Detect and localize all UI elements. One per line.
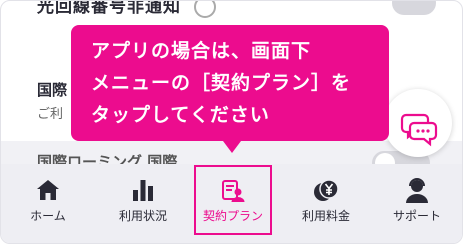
chat-icon	[400, 113, 438, 147]
tooltip-line-3: タップしてください	[91, 104, 270, 126]
toggle-switch-top[interactable]	[392, 1, 436, 15]
home-icon	[37, 180, 59, 200]
yen-coins-icon	[314, 179, 339, 201]
guide-tooltip: アプリの場合は、画面下 メニューの［契約プラン］を タップしてください	[71, 25, 389, 141]
settings-item-top[interactable]: 光回線番号非通知	[37, 0, 216, 18]
info-icon[interactable]	[193, 1, 216, 18]
tooltip-text: アプリの場合は、画面下 メニューの［契約プラン］を タップしてください	[91, 35, 381, 131]
tab-fee-label: 利用料金	[301, 209, 350, 223]
tab-home-label: ホーム	[30, 209, 66, 223]
contract-icon	[222, 180, 245, 202]
tab-fee[interactable]: 利用料金	[287, 164, 365, 243]
app-screen: 光回線番号非通知 国際 ご利 国際ローミング 国際 アプリの場合は、画面下 メニ…	[0, 0, 463, 244]
tab-contract-plan[interactable]: 契約プラン	[194, 164, 272, 243]
settings-item-top-label: 光回線番号非通知	[37, 0, 181, 17]
tab-contract-plan-label: 契約プラン	[202, 209, 263, 223]
tab-support[interactable]: サポート	[383, 164, 451, 243]
tooltip-line-1: アプリの場合は、画面下	[91, 40, 312, 62]
tab-usage-label: 利用状況	[118, 209, 167, 223]
settings-item-title: 国際	[37, 81, 68, 99]
tab-support-label: サポート	[392, 209, 441, 223]
bottom-tab-bar: ホーム 利用状況 契約プラン 利用料金 サポート	[1, 164, 462, 243]
tooltip-line-2: メニューの［契約プラン］を	[91, 72, 352, 94]
tab-usage[interactable]: 利用状況	[104, 164, 182, 243]
bar-chart-icon	[133, 180, 153, 201]
tooltip-arrow	[220, 137, 244, 153]
support-person-icon	[406, 178, 428, 203]
chat-button[interactable]	[384, 89, 452, 157]
tab-home[interactable]: ホーム	[15, 164, 81, 243]
settings-item-subtitle: ご利	[37, 107, 64, 122]
